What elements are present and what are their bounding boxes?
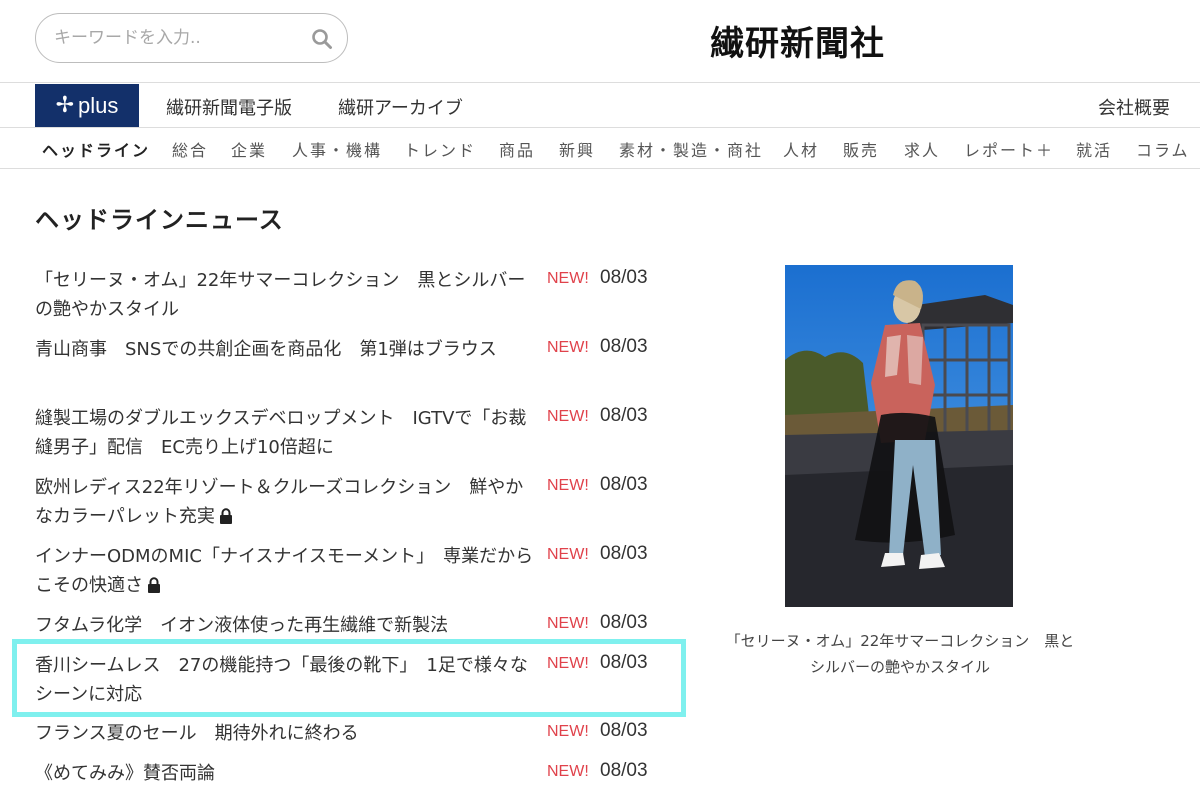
news-title[interactable]: フランス夏のセール 期待外れに終わる bbox=[35, 719, 540, 748]
featured-caption-line: 「セリーヌ・オム」22年サマーコレクション 黒と bbox=[725, 632, 1075, 650]
new-badge: NEW! bbox=[547, 763, 589, 780]
category-materials[interactable]: 素材・製造・商社 bbox=[619, 137, 763, 161]
news-title[interactable]: 欧州レディス22年リゾート＆クルーズコレクション 鮮やかなカラーパレット充実 bbox=[35, 473, 540, 531]
news-date: 08/03 bbox=[600, 543, 648, 564]
new-badge: NEW! bbox=[547, 408, 589, 425]
news-title-text: インナーODMのMIC「ナイスナイスモーメント」 専業だからこその快適さ bbox=[35, 546, 534, 596]
lock-icon bbox=[148, 577, 160, 593]
new-badge: NEW! bbox=[547, 546, 589, 563]
new-badge: NEW! bbox=[547, 615, 589, 632]
news-title[interactable]: 青山商事 SNSでの共創企画を商品化 第1弾はブラウス bbox=[35, 335, 540, 364]
site-header: 繊研新聞社 bbox=[0, 0, 1200, 83]
category-trend[interactable]: トレンド bbox=[404, 137, 476, 161]
category-emerging[interactable]: 新興 bbox=[559, 137, 595, 161]
featured-caption[interactable]: 「セリーヌ・オム」22年サマーコレクション 黒と シルバーの艶やかスタイル bbox=[690, 628, 1110, 680]
news-title[interactable]: 《めてみみ》賛否両論 bbox=[35, 759, 540, 788]
category-companies[interactable]: 企業 bbox=[231, 137, 267, 161]
category-talent[interactable]: 人材 bbox=[783, 137, 819, 161]
news-date: 08/03 bbox=[600, 474, 648, 495]
new-badge: NEW! bbox=[547, 339, 589, 356]
news-title-text: 青山商事 SNSでの共創企画を商品化 第1弾はブラウス bbox=[35, 339, 497, 360]
news-title[interactable]: フタムラ化学 イオン液体使った再生繊維で新製法 bbox=[35, 611, 540, 640]
search-input[interactable] bbox=[54, 24, 304, 52]
lock-icon bbox=[219, 508, 232, 524]
site-logo[interactable]: 繊研新聞社 bbox=[710, 16, 885, 65]
category-personnel[interactable]: 人事・機構 bbox=[292, 137, 382, 161]
plus-button[interactable]: ✢ plus bbox=[35, 84, 139, 127]
category-job-hunting[interactable]: 就活 bbox=[1076, 137, 1112, 161]
category-column[interactable]: コラム bbox=[1136, 137, 1190, 161]
featured-photo-image bbox=[785, 265, 1013, 607]
plus-label: plus bbox=[78, 92, 119, 118]
news-title[interactable]: 「セリーヌ・オム」22年サマーコレクション 黒とシルバーの艶やかスタイル bbox=[35, 266, 540, 324]
news-title-text: 「セリーヌ・オム」22年サマーコレクション 黒とシルバーの艶やかスタイル bbox=[35, 270, 526, 320]
category-products[interactable]: 商品 bbox=[499, 137, 535, 161]
category-retail[interactable]: 販売 bbox=[843, 137, 879, 161]
news-title-text: フタムラ化学 イオン液体使った再生繊維で新製法 bbox=[35, 615, 449, 636]
news-date: 08/03 bbox=[600, 720, 648, 741]
search-box[interactable] bbox=[35, 13, 348, 63]
category-nav: ヘッドライン 総合 企業 人事・機構 トレンド 商品 新興 素材・製造・商社 人… bbox=[0, 129, 1200, 169]
featured-caption-line: シルバーの艶やかスタイル bbox=[809, 658, 990, 676]
news-title-text: 《めてみみ》賛否両論 bbox=[35, 763, 215, 784]
service-bar: ✢ plus 繊研新聞電子版 繊研アーカイブ 会社概要 bbox=[0, 84, 1200, 128]
news-title[interactable]: インナーODMのMIC「ナイスナイスモーメント」 専業だからこその快適さ bbox=[35, 542, 540, 600]
news-date: 08/03 bbox=[600, 336, 648, 357]
highlight-box bbox=[12, 639, 686, 717]
news-date: 08/03 bbox=[600, 267, 648, 288]
service-link-archive[interactable]: 繊研アーカイブ bbox=[338, 94, 463, 120]
news-title[interactable]: 縫製工場のダブルエックスデベロップメント IGTVで「お裁縫男子」配信 EC売り… bbox=[35, 404, 540, 462]
news-date: 08/03 bbox=[600, 612, 648, 633]
new-badge: NEW! bbox=[547, 477, 589, 494]
category-report-plus[interactable]: レポート＋ bbox=[964, 137, 1054, 161]
news-date: 08/03 bbox=[600, 760, 648, 781]
section-title: ヘッドラインニュース bbox=[35, 206, 284, 234]
news-title-text: 縫製工場のダブルエックスデベロップメント IGTVで「お裁縫男子」配信 EC売り… bbox=[35, 408, 527, 458]
search-icon[interactable] bbox=[311, 28, 333, 50]
news-title-text: フランス夏のセール 期待外れに終わる bbox=[35, 723, 359, 744]
new-badge: NEW! bbox=[547, 270, 589, 287]
news-title-text: 欧州レディス22年リゾート＆クルーズコレクション 鮮やかなカラーパレット充実 bbox=[35, 477, 524, 527]
featured-photo[interactable] bbox=[785, 265, 1013, 607]
service-link-digital-edition[interactable]: 繊研新聞電子版 bbox=[166, 94, 292, 120]
news-date: 08/03 bbox=[600, 405, 648, 426]
category-headline[interactable]: ヘッドライン bbox=[42, 137, 150, 161]
category-general[interactable]: 総合 bbox=[172, 137, 208, 161]
sparkle-plus-icon: ✢ bbox=[55, 92, 75, 118]
company-overview-link[interactable]: 会社概要 bbox=[1098, 94, 1170, 120]
category-jobs[interactable]: 求人 bbox=[904, 137, 940, 161]
new-badge: NEW! bbox=[547, 723, 589, 740]
